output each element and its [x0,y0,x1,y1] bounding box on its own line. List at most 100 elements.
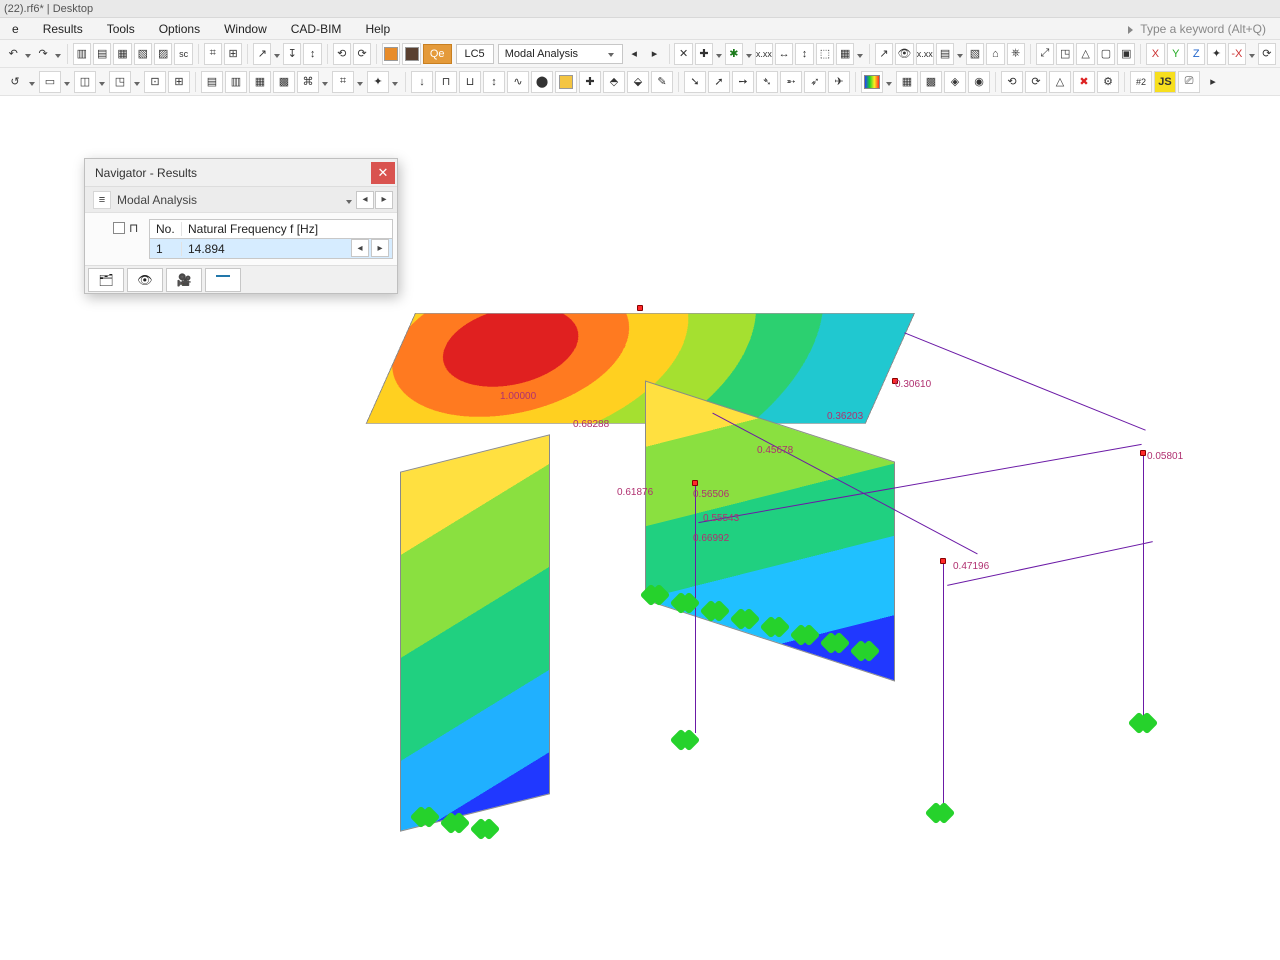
tool-r[interactable]: x.xx [916,43,934,65]
t2-a[interactable]: ↺ [4,71,26,93]
t2-ad[interactable]: ➶ [804,71,826,93]
t2-ak[interactable]: ⟳ [1025,71,1047,93]
t2-ag[interactable]: ▩ [920,71,942,93]
tool-cube[interactable]: ◳ [1056,43,1074,65]
t2-l[interactable]: ⌗ [332,71,354,93]
t2-x[interactable]: ✎ [651,71,673,93]
view-tool-1[interactable]: ▥ [73,43,91,65]
tool-l[interactable]: ↔ [775,43,793,65]
t2-aq[interactable]: ▸ [1202,71,1224,93]
tool-v[interactable]: ⎈ [1007,43,1025,65]
t2-ap[interactable]: ⎚ [1178,71,1200,93]
axis-x[interactable]: X [1146,43,1164,65]
tool-j[interactable]: ✱ [725,43,743,65]
t2-am[interactable]: ✖ [1073,71,1095,93]
prev-lc-button[interactable]: ◂ [625,43,643,65]
tool-b[interactable]: ⊞ [224,43,242,65]
next-lc-button[interactable]: ▸ [645,43,663,65]
t2-d[interactable]: ◳ [109,71,131,93]
t2-af[interactable]: ▦ [896,71,918,93]
t2-o[interactable]: ⊓ [435,71,457,93]
dd[interactable] [64,75,72,89]
t2-r[interactable]: ∿ [507,71,529,93]
analysis-next-button[interactable]: ▸ [375,191,393,209]
axis-xyz[interactable]: ✦ [1207,43,1225,65]
t2-k[interactable]: ⌘ [297,71,319,93]
t2-y[interactable]: ➘ [684,71,706,93]
menu-tools[interactable]: Tools [95,18,147,39]
close-button[interactable]: ✕ [371,162,395,184]
menu-options[interactable]: Options [147,18,212,39]
tool-cone[interactable]: △ [1076,43,1094,65]
t2-ab[interactable]: ➴ [756,71,778,93]
tool-p[interactable]: ↗ [875,43,893,65]
t2-f[interactable]: ⊞ [168,71,190,93]
tool-m[interactable]: ↕ [795,43,813,65]
t2-c[interactable]: ◫ [74,71,96,93]
tool-h[interactable]: ✕ [674,43,692,65]
t2-w[interactable]: ⬙ [627,71,649,93]
view-tool-5[interactable]: ▨ [154,43,172,65]
tool-o[interactable]: ▦ [836,43,854,65]
dd[interactable] [29,75,37,89]
tool-a[interactable]: ⌗ [204,43,222,65]
t2-ac[interactable]: ➵ [780,71,802,93]
t2-j[interactable]: ▩ [273,71,295,93]
footer-tab-results[interactable] [205,268,241,292]
t2-an[interactable]: ⚙ [1097,71,1119,93]
tool-t[interactable]: ▧ [966,43,984,65]
tool-c[interactable]: ↗ [253,43,271,65]
menu-help[interactable]: Help [353,18,402,39]
t2-h[interactable]: ▥ [225,71,247,93]
menu-cadbim[interactable]: CAD-BIM [279,18,354,39]
dd[interactable] [1249,47,1256,61]
dd[interactable] [134,75,142,89]
tool-box[interactable]: ▢ [1097,43,1115,65]
t2-u[interactable]: ✚ [579,71,601,93]
loadcase-name[interactable]: LC5 [456,44,494,64]
dd[interactable] [886,75,894,89]
footer-tab-eye[interactable]: 👁 [127,268,163,292]
navigator-titlebar[interactable]: Navigator - Results ✕ [85,159,397,187]
t2-al[interactable]: △ [1049,71,1071,93]
t2-q[interactable]: ↕ [483,71,505,93]
redo-dropdown[interactable] [55,47,62,61]
tool-g[interactable]: ⟳ [353,43,371,65]
freq-group-checkbox[interactable] [113,222,125,234]
menu-file[interactable]: e [0,18,31,39]
t2-js[interactable]: JS [1154,71,1176,93]
tool-box2[interactable]: ▣ [1117,43,1135,65]
tool-w[interactable]: ⤢ [1036,43,1054,65]
dd[interactable] [274,47,281,61]
t2-ah[interactable]: ◈ [944,71,966,93]
tool-f[interactable]: ⟲ [333,43,351,65]
axis-neg-x[interactable]: -X [1228,43,1246,65]
freq-prev-button[interactable]: ◂ [351,239,369,257]
menu-window[interactable]: Window [212,18,279,39]
menu-results[interactable]: Results [31,18,95,39]
dd[interactable] [392,75,400,89]
tool-s[interactable]: ▤ [936,43,954,65]
analysis-prev-button[interactable]: ◂ [356,191,374,209]
t2-p[interactable]: ⊔ [459,71,481,93]
dd[interactable] [99,75,107,89]
dd[interactable] [957,47,964,61]
tool-q[interactable]: 👁 [895,43,913,65]
t2-aa[interactable]: ➙ [732,71,754,93]
swatch-2[interactable] [402,43,420,65]
t2-b[interactable]: ▭ [39,71,61,93]
dd[interactable] [857,47,864,61]
t2-s[interactable]: ⬤ [531,71,553,93]
t2-aj[interactable]: ⟲ [1001,71,1023,93]
dd[interactable] [746,47,753,61]
t2-ai[interactable]: ◉ [968,71,990,93]
tool-n[interactable]: ⬚ [816,43,834,65]
redo-button[interactable]: ↷ [34,43,52,65]
t2-i[interactable]: ▦ [249,71,271,93]
axis-y[interactable]: Y [1167,43,1185,65]
axis-rot[interactable]: ⟳ [1258,43,1276,65]
freq-next-button[interactable]: ▸ [371,239,389,257]
t2-ao[interactable]: #2 [1130,71,1152,93]
tool-k[interactable]: x.xx [755,43,773,65]
footer-tab-cam[interactable]: 🎥 [166,268,202,292]
